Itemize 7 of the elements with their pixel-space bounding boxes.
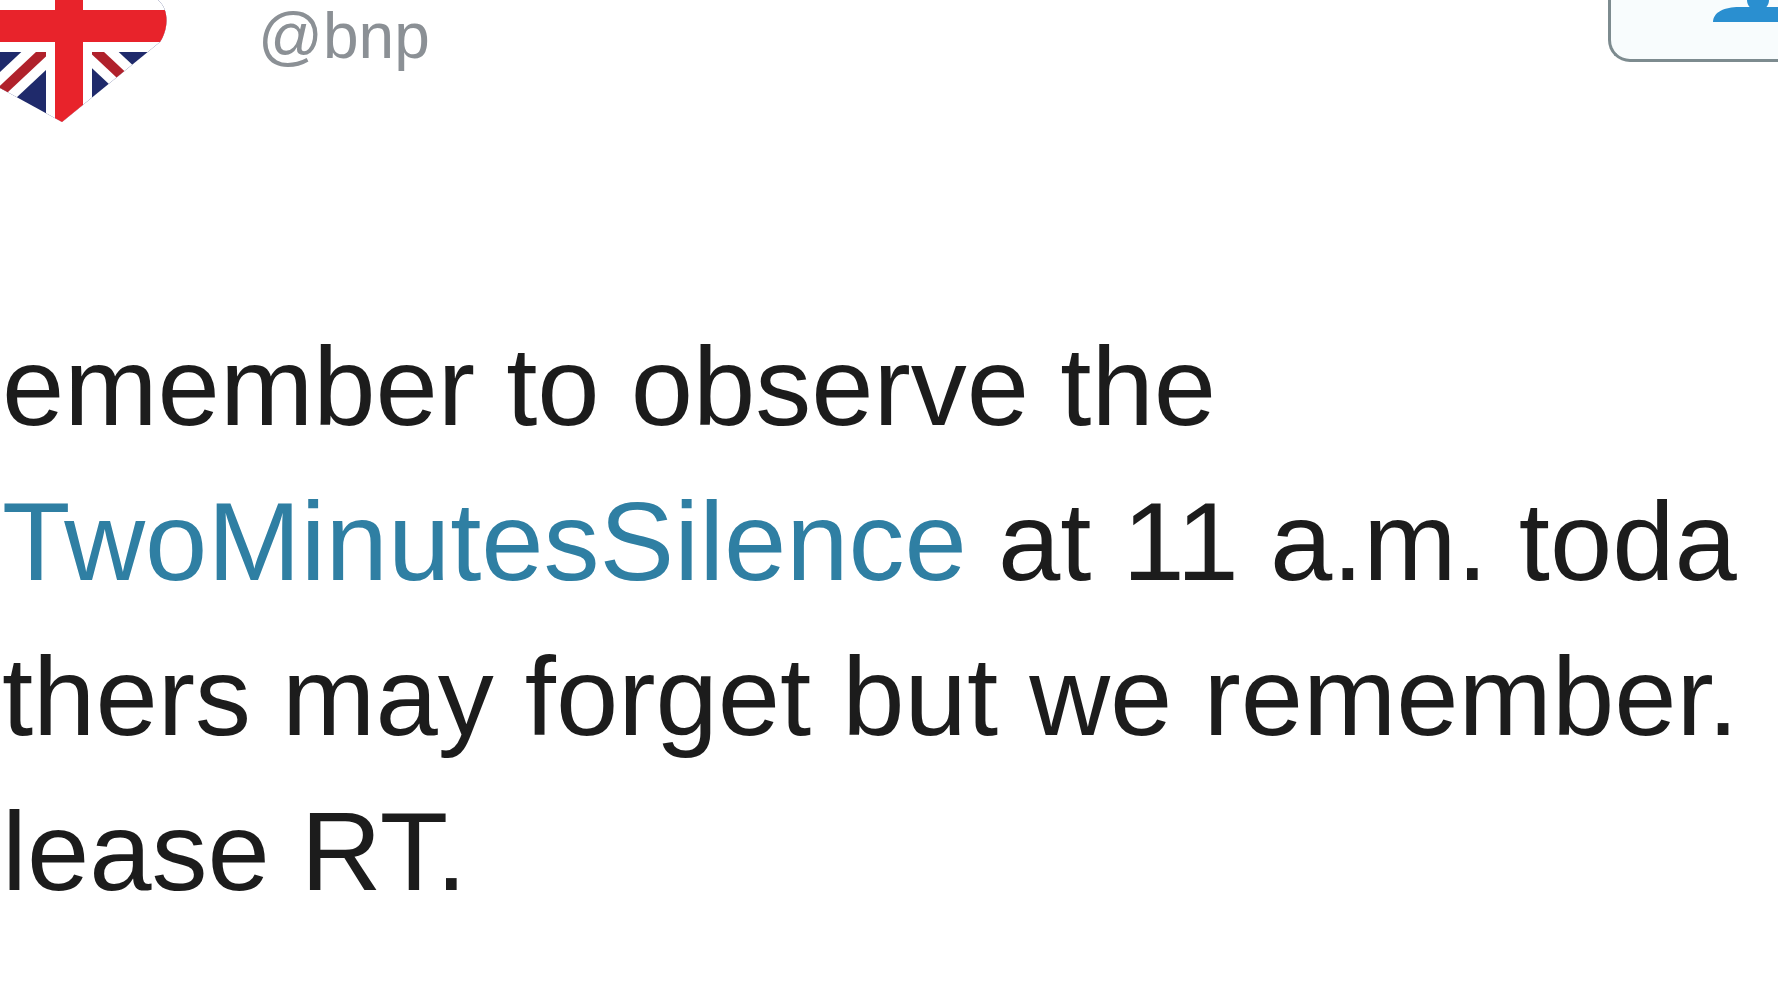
tweet-text: lease RT. (2, 788, 468, 916)
tweet-text: emember to observe the (2, 323, 1217, 451)
tweet-text: TwoMinutesSilence at 11 a.m. toda (2, 478, 1738, 606)
follow-button[interactable] (1608, 0, 1778, 62)
hashtag-link[interactable]: TwoMinutesSilence (2, 479, 967, 604)
person-icon (1713, 0, 1778, 22)
tweet-text: thers may forget but we remember. (2, 633, 1740, 761)
